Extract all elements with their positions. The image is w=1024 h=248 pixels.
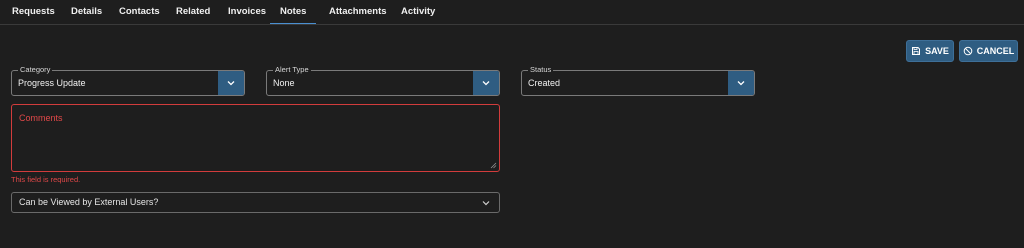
comments-placeholder: Comments [19,113,63,123]
status-value: Created [528,78,561,88]
cancel-button[interactable]: CANCEL [959,40,1018,62]
comments-error-message: This field is required. [11,175,81,184]
save-button-label: SAVE [925,46,949,56]
external-visibility-label: Can be Viewed by External Users? [19,197,159,207]
tab-activity[interactable]: Activity [401,0,435,23]
tab-contacts[interactable]: Contacts [119,0,160,23]
category-dropdown-button[interactable] [218,71,244,95]
chevron-down-icon [737,81,745,86]
alert-type-select[interactable]: Alert Type None [266,65,500,96]
save-button[interactable]: SAVE [906,40,954,62]
category-value: Progress Update [18,78,86,88]
alert-type-value: None [273,78,295,88]
resize-grip-icon[interactable] [490,162,497,169]
alert-type-dropdown-button[interactable] [473,71,499,95]
category-select[interactable]: Category Progress Update [11,65,245,96]
cancel-button-label: CANCEL [976,46,1015,56]
external-visibility-select[interactable]: Can be Viewed by External Users? [11,192,500,213]
chevron-down-icon [482,201,490,206]
tab-requests[interactable]: Requests [12,0,55,23]
tab-notes[interactable]: Notes [270,0,317,24]
comments-textarea[interactable]: Comments [11,104,500,172]
tab-bar: Requests Details Contacts Related Invoic… [0,0,1024,25]
cancel-circle-icon [963,46,973,56]
tab-invoices[interactable]: Invoices [228,0,266,23]
chevron-down-icon [227,81,235,86]
tab-attachments[interactable]: Attachments [329,0,387,23]
save-icon [912,47,921,55]
status-select[interactable]: Status Created [521,65,755,96]
status-dropdown-button[interactable] [728,71,754,95]
chevron-down-icon [482,81,490,86]
tab-related[interactable]: Related [176,0,210,23]
tab-details[interactable]: Details [71,0,102,23]
